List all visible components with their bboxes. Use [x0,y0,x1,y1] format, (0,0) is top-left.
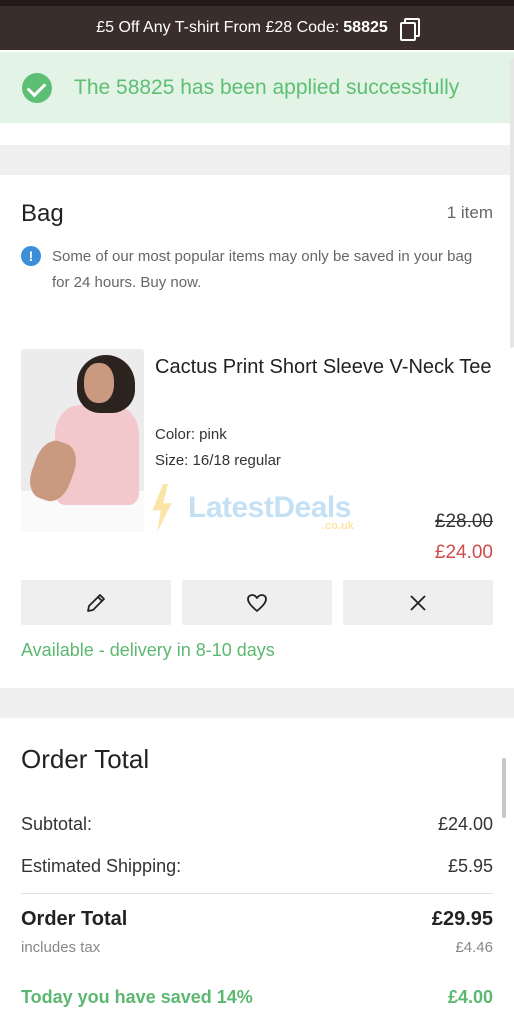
heart-icon [247,593,267,612]
bag-notice-text: Some of our most popular items may only … [52,248,473,291]
latestdeals-watermark: LatestDeals .co.uk [150,484,354,532]
bag-item-count: 1 item [446,203,493,222]
check-circle-icon [22,72,52,103]
summary-divider [21,893,493,894]
subtotal-label: Subtotal: [21,814,93,834]
scrollbar-thumb[interactable] [502,758,506,818]
promo-text: £5 Off Any T-shirt From £28 Code: [96,19,340,36]
success-banner: The 58825 has been applied successfully [0,52,514,123]
watermark-tld: .co.uk [322,520,354,532]
copy-icon[interactable] [399,18,420,41]
subtotal-row: Subtotal: £24.00 [21,814,493,835]
info-icon: ! [21,246,41,266]
success-message: The 58825 has been applied successfully [74,75,460,99]
close-icon [410,594,426,611]
order-total-value: £29.95 [431,908,493,930]
tax-value: £4.46 [455,939,493,956]
product-image[interactable] [21,349,144,532]
sale-price: £24.00 [434,542,493,563]
product-name[interactable]: Cactus Print Short Sleeve V-Neck Tee [155,352,495,383]
wishlist-button[interactable] [182,580,332,625]
subtotal-value: £24.00 [437,814,493,834]
shipping-value: £5.95 [447,856,493,876]
promo-bar: £5 Off Any T-shirt From £28 Code: 58825 [0,0,514,50]
tax-row: includes tax £4.46 [21,939,493,956]
order-total-label: Order Total [21,908,128,930]
section-divider [0,145,514,175]
section-divider [0,688,514,718]
savings-value: £4.00 [447,987,493,1007]
savings-row: Today you have saved 14% £4.00 [21,987,493,1008]
bag-notice: ! Some of our most popular items may onl… [21,244,493,296]
product-image-face [84,363,114,403]
availability-status: Available - delivery in 8-10 days [21,640,275,660]
remove-button[interactable] [343,580,493,625]
shipping-label: Estimated Shipping: [21,856,182,876]
original-price: £28.00 [434,511,493,532]
edit-button[interactable] [21,580,171,625]
product-color: Color: pink [155,426,227,443]
tax-label: includes tax [21,939,101,956]
product-size: Size: 16/18 regular [155,452,281,469]
shipping-row: Estimated Shipping: £5.95 [21,856,493,877]
promo-code: 58825 [343,19,388,36]
bag-title: Bag [21,200,64,227]
lightning-bolt-icon [152,484,172,532]
savings-label: Today you have saved 14% [21,987,253,1007]
scrollbar-track[interactable] [510,58,514,348]
order-total-title: Order Total [21,744,150,774]
order-total-row: Order Total £29.95 [21,908,493,931]
edit-pencil-icon [87,593,105,612]
